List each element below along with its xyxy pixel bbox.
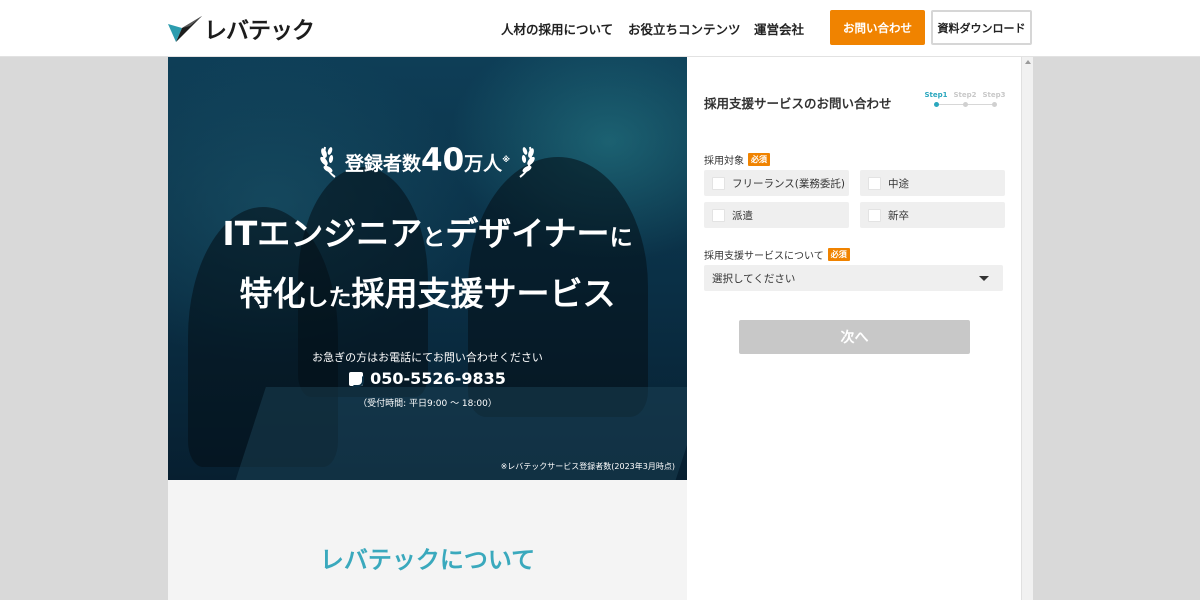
about-title: レバテックについて bbox=[319, 546, 536, 574]
chevron-down-icon bbox=[979, 276, 989, 281]
select-value: 選択してください bbox=[712, 272, 796, 285]
headline-part: デザイナー bbox=[445, 214, 610, 253]
badge-prefix: 登録者数 bbox=[345, 153, 422, 175]
form-scrollbar[interactable] bbox=[1021, 57, 1033, 600]
badge-suffix: 万人 bbox=[464, 153, 503, 175]
badge-number: 40 bbox=[421, 142, 465, 178]
step-dot-2 bbox=[963, 102, 968, 107]
option-newgrad[interactable]: 新卒 bbox=[860, 202, 1005, 228]
form-title: 採用支援サービスのお問い合わせ bbox=[704, 96, 892, 111]
business-hours: （受付時間: 平日9:00 ～ 18:00） bbox=[358, 399, 497, 409]
option-dispatch[interactable]: 派遣 bbox=[704, 202, 849, 228]
laurel-right-icon bbox=[519, 146, 535, 178]
laurel-left-icon bbox=[320, 146, 336, 178]
service-field-label: 採用支援サービスについて 必須 bbox=[704, 247, 850, 262]
step-indicator: Step1 Step2 Step3 bbox=[924, 91, 1006, 111]
urgent-contact-text: お急ぎの方はお電話にてお問い合わせください bbox=[312, 351, 543, 364]
checkbox[interactable] bbox=[868, 176, 881, 190]
target-field-label: 採用対象 必須 bbox=[704, 152, 770, 167]
target-label-text: 採用対象 bbox=[704, 156, 744, 167]
registrants-badge: 登録者数40万人※ bbox=[168, 143, 687, 179]
step-label-1: Step1 bbox=[924, 91, 948, 99]
headline-part: に bbox=[609, 225, 633, 251]
checkbox[interactable] bbox=[868, 208, 881, 222]
nav-recruitment[interactable]: 人材の採用について bbox=[501, 19, 613, 38]
hero-headline-1: ITエンジニアとデザイナーに bbox=[168, 207, 687, 255]
required-badge: 必須 bbox=[827, 248, 850, 261]
logo-text: レバテック bbox=[204, 18, 315, 44]
phone-number[interactable]: 050-5526-9835 bbox=[168, 369, 687, 388]
about-section: レバテックについて bbox=[168, 480, 687, 600]
checkbox[interactable] bbox=[712, 208, 725, 222]
step-label-3: Step3 bbox=[982, 91, 1006, 99]
badge-note: ※ bbox=[502, 155, 510, 164]
step-dot-1 bbox=[934, 102, 939, 107]
registrants-footnote: ※レバテックサービス登録者数(2023年3月時点) bbox=[500, 462, 675, 471]
nav-company[interactable]: 運営会社 bbox=[754, 19, 804, 38]
site-header: レバテック 人材の採用について お役立ちコンテンツ 運営会社 お問い合わせ 資料… bbox=[0, 0, 1200, 57]
scroll-up-icon[interactable] bbox=[1025, 60, 1031, 64]
headline-part: 特化 bbox=[239, 274, 306, 313]
contact-button[interactable]: お問い合わせ bbox=[830, 10, 925, 45]
step-dot-3 bbox=[992, 102, 997, 107]
checkbox[interactable] bbox=[712, 176, 725, 190]
headline-part: 採用支援サービス bbox=[351, 274, 616, 313]
hero-headline-2: 特化した採用支援サービス bbox=[168, 267, 687, 315]
option-label: 新卒 bbox=[888, 209, 909, 222]
hero-content: 登録者数40万人※ ITエンジニアとデザイナーに 特化した採用支援サービス お急… bbox=[168, 57, 687, 480]
download-button[interactable]: 資料ダウンロード bbox=[931, 10, 1032, 45]
option-midcareer[interactable]: 中途 bbox=[860, 170, 1005, 196]
badge-label: 登録者数40万人※ bbox=[345, 145, 510, 179]
required-badge: 必須 bbox=[748, 153, 770, 166]
next-button[interactable]: 次へ bbox=[739, 320, 970, 354]
phone-number-text: 050-5526-9835 bbox=[370, 369, 506, 388]
service-select[interactable]: 選択してください bbox=[704, 265, 1003, 291]
option-label: 中途 bbox=[888, 177, 909, 190]
logo-mark-icon bbox=[168, 16, 202, 42]
phone-icon bbox=[349, 371, 364, 386]
headline-part: した bbox=[305, 285, 352, 311]
contact-form-panel: 採用支援サービスのお問い合わせ Step1 Step2 Step3 採用対象 必… bbox=[687, 57, 1021, 600]
step-label-2: Step2 bbox=[953, 91, 977, 99]
option-freelance[interactable]: フリーランス(業務委託) bbox=[704, 170, 849, 196]
hero-banner: 登録者数40万人※ ITエンジニアとデザイナーに 特化した採用支援サービス お急… bbox=[168, 57, 687, 480]
logo[interactable]: レバテック bbox=[168, 12, 315, 44]
service-label-text: 採用支援サービスについて bbox=[704, 251, 824, 262]
option-label: フリーランス(業務委託) bbox=[732, 177, 845, 190]
headline-part: ITエンジニア bbox=[222, 214, 423, 253]
nav-contents[interactable]: お役立ちコンテンツ bbox=[628, 19, 741, 38]
headline-part: と bbox=[422, 225, 446, 251]
option-label: 派遣 bbox=[732, 209, 753, 222]
